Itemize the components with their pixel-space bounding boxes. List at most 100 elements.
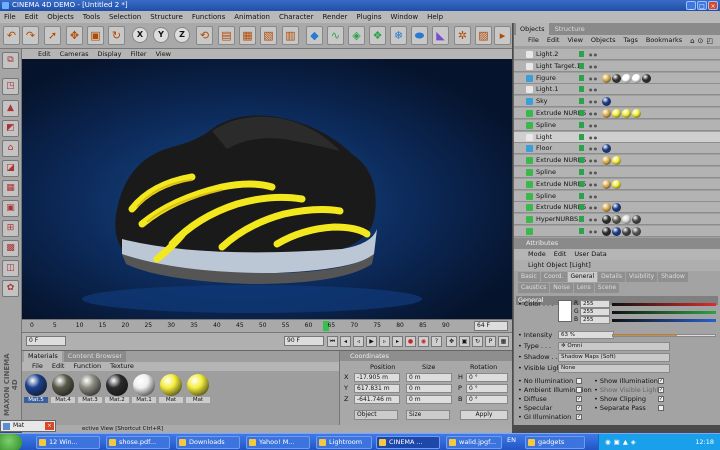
object-row[interactable]: Light.2 ● ● — [514, 49, 720, 60]
taskbar-item[interactable]: 12 Win... — [36, 436, 100, 449]
start-button[interactable] — [0, 434, 22, 450]
floor-icon[interactable]: ▨ — [475, 26, 492, 45]
color-channel-r-slider[interactable] — [612, 303, 716, 306]
prev-key-icon[interactable]: ◂ — [340, 336, 351, 347]
object-row[interactable]: Extrude NURBS ● ● — [514, 178, 720, 190]
start-frame-field[interactable]: 0 F — [26, 336, 66, 346]
menu-functions[interactable]: Functions — [192, 11, 225, 23]
visibility-dots[interactable]: ● ● — [589, 217, 597, 222]
object-enabled-check[interactable] — [579, 169, 584, 175]
attr-tab-lens[interactable]: Lens — [573, 283, 594, 293]
object-enabled-check[interactable] — [579, 228, 584, 234]
attr-tab-shadow[interactable]: Shadow — [658, 272, 688, 282]
visibility-dots[interactable]: ● ● — [589, 111, 597, 116]
material-tag-icon[interactable] — [602, 215, 611, 225]
object-enabled-check[interactable] — [579, 51, 584, 57]
attr-tab-caustics[interactable]: Caustics — [518, 283, 550, 293]
menu-help[interactable]: Help — [427, 11, 443, 23]
visibility-dots[interactable]: ● ● — [589, 182, 597, 187]
material-swatch[interactable]: Mat.5 — [24, 374, 48, 408]
autokey-icon[interactable]: ◉ — [418, 336, 429, 347]
material-swatch[interactable]: Mat.4 — [51, 374, 75, 408]
play-icon[interactable]: ▶ — [366, 336, 377, 347]
scale-key-icon[interactable]: ▣ — [459, 336, 470, 347]
scene-icon[interactable]: ⬬ — [411, 26, 428, 45]
language-indicator[interactable]: EN — [507, 436, 516, 444]
taskbar-item[interactable]: Yahoo! M... — [246, 436, 310, 449]
live-selection-icon[interactable]: ➚ — [44, 26, 61, 45]
use-model-tool-icon[interactable]: ⧉ — [2, 52, 19, 69]
object-enabled-check[interactable] — [579, 121, 584, 128]
shadow-select[interactable]: Shadow Maps (Soft) — [558, 353, 670, 362]
color-channel-g-slider[interactable] — [612, 311, 716, 314]
object-row[interactable]: Figure ● ● — [514, 72, 720, 84]
materials-menu-file[interactable]: File — [32, 362, 43, 371]
intensity-slider[interactable] — [612, 334, 716, 337]
menu-file[interactable]: File — [4, 11, 16, 23]
taskbar-item[interactable]: Downloads — [176, 436, 240, 449]
camera-icon[interactable]: ◣ — [432, 26, 449, 45]
color-channel-b-slider[interactable] — [612, 319, 716, 322]
position-key-icon[interactable]: ✥ — [446, 336, 457, 347]
menu-edit[interactable]: Edit — [25, 11, 39, 23]
menu-objects[interactable]: Objects — [47, 11, 73, 23]
move-icon[interactable]: ✥ — [66, 26, 83, 45]
visibility-dots[interactable]: ● ● — [589, 64, 597, 69]
menu-structure[interactable]: Structure — [150, 11, 183, 23]
visibility-dots[interactable]: ● ● — [589, 146, 597, 151]
object-row[interactable]: Extrude NURBS ● ● — [514, 202, 720, 214]
material-tag-icon[interactable] — [602, 227, 611, 236]
object-enabled-check[interactable] — [579, 192, 584, 199]
type-select[interactable]: ✲ Omni — [558, 342, 670, 351]
check-ambient-illumination[interactable]: • Ambient Illumination — [518, 386, 592, 394]
size-z-field[interactable]: 0 m — [406, 395, 452, 404]
rotation-p-field[interactable]: 0 ° — [466, 384, 508, 393]
material-tag-icon[interactable] — [622, 227, 631, 236]
y-axis-button[interactable]: Y — [153, 27, 169, 43]
intensity-field[interactable]: 63 % — [558, 331, 614, 339]
redo-icon[interactable]: ↷ — [22, 26, 39, 45]
minimize-button[interactable]: _ — [686, 1, 696, 10]
checkbox-icon[interactable] — [576, 387, 582, 393]
visibility-dots[interactable]: ● ● — [589, 52, 597, 57]
end-frame-field[interactable]: 90 F — [284, 336, 324, 346]
material-tag-icon[interactable] — [602, 109, 611, 118]
record-icon[interactable]: ● — [405, 336, 416, 347]
material-swatch[interactable]: Mat — [159, 374, 183, 408]
check-separate-pass[interactable]: • Separate Pass — [594, 404, 664, 412]
points-tool-icon[interactable]: ⌂ — [2, 140, 19, 157]
use-texture-tool-icon[interactable]: ▲ — [2, 100, 19, 117]
check-gi-illumination[interactable]: • GI Illumination ✓ — [518, 413, 582, 421]
visibility-dots[interactable]: ● ● — [589, 87, 597, 92]
objects-menu-edit[interactable]: Edit — [547, 35, 560, 46]
objects-menu-tags[interactable]: Tags — [623, 35, 637, 46]
attributes-menu-edit[interactable]: Edit — [554, 249, 567, 260]
material-tag-icon[interactable] — [632, 73, 641, 83]
viewport-menu-cameras[interactable]: Cameras — [60, 49, 89, 59]
spline-icon[interactable]: ∿ — [327, 26, 344, 45]
rotate-icon[interactable]: ↻ — [108, 26, 125, 45]
render-region-icon[interactable]: ▤ — [218, 26, 235, 45]
menu-tools[interactable]: Tools — [83, 11, 100, 23]
material-tag-icon[interactable] — [612, 179, 621, 189]
goto-start-icon[interactable]: ⏮ — [327, 336, 338, 347]
scale-icon[interactable]: ▣ — [87, 26, 104, 45]
attr-tab-coord[interactable]: Coord. — [540, 272, 567, 282]
check-specular[interactable]: • Specular ✓ — [518, 404, 582, 412]
next-key-icon[interactable]: ▸ — [392, 336, 403, 347]
object-row[interactable]: Spline ● ● — [514, 119, 720, 131]
taskbar-item[interactable]: CINEMA ... — [376, 436, 440, 449]
3d-viewport[interactable] — [22, 59, 512, 319]
close-button[interactable]: × — [708, 1, 718, 10]
taskbar-item[interactable]: gadgets — [525, 436, 585, 449]
color-channel-r-field[interactable]: 255 — [580, 300, 610, 308]
edges-tool-icon[interactable]: ◪ — [2, 160, 19, 177]
object-row[interactable]: Extrude NURBS ● ● — [514, 108, 720, 119]
object-row[interactable]: Extrude NURBS ● ● — [514, 155, 720, 167]
visibility-dots[interactable]: ● ● — [589, 205, 597, 210]
object-row[interactable]: Floor ● ● — [514, 143, 720, 155]
material-swatch[interactable]: Mat.1 — [132, 374, 156, 408]
menu-animation[interactable]: Animation — [234, 11, 270, 23]
visibility-dots[interactable]: ● ● — [589, 76, 597, 81]
material-tag-icon[interactable] — [602, 156, 611, 166]
